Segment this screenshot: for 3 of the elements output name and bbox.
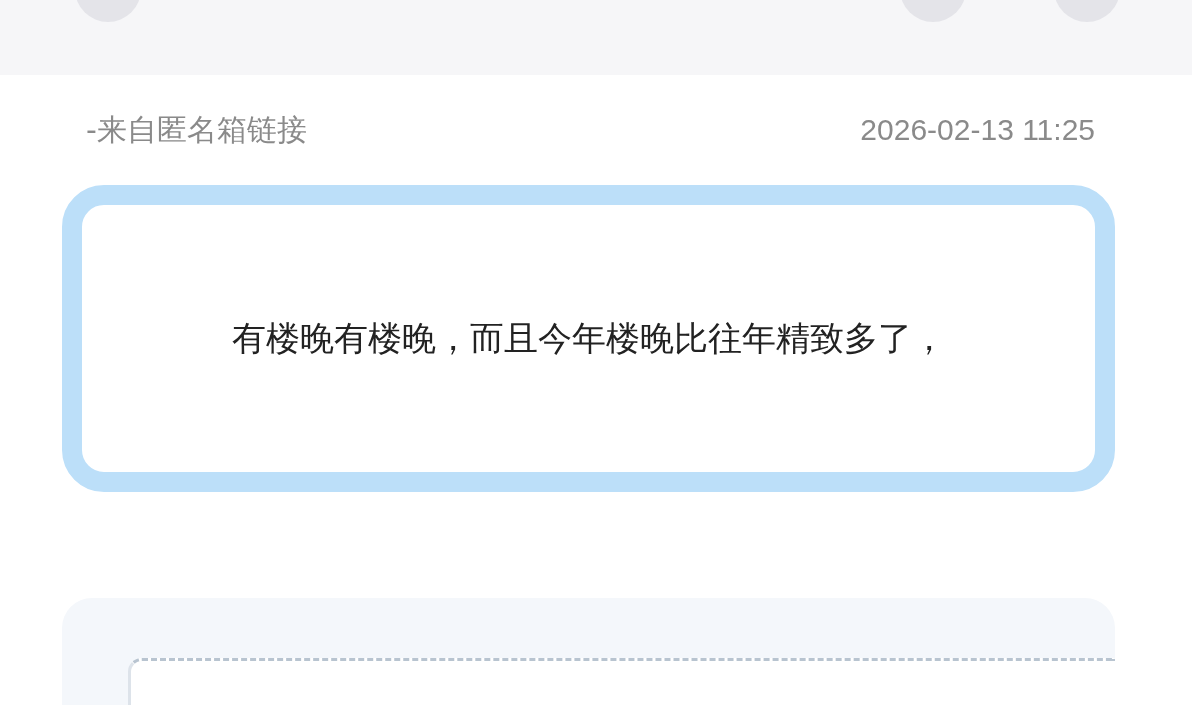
timestamp: 2026-02-13 11:25 xyxy=(860,113,1095,147)
message-text: 有楼晚有楼晚，而且今年楼晚比往年精致多了， xyxy=(231,316,946,360)
source-label: -来自匿名箱链接 xyxy=(86,110,307,149)
